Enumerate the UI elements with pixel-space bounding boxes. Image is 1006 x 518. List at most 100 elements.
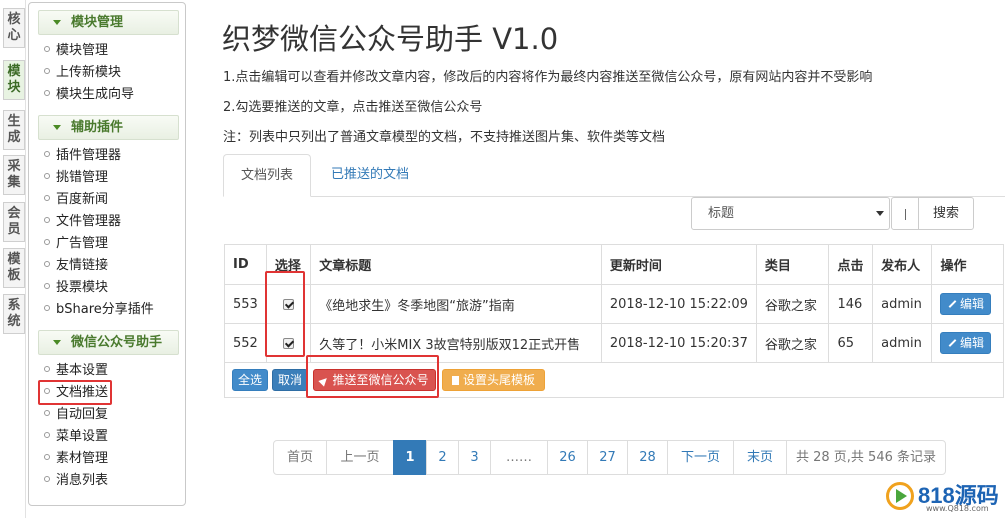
triangle-down-icon <box>53 125 61 130</box>
intro-note: 注：列表中只列出了普通文章模型的文档，不支持推送图片集、软件类等文档 <box>223 130 666 145</box>
cell-clicks: 146 <box>828 284 874 324</box>
page-2[interactable]: 2 <box>426 440 459 475</box>
vtab-core[interactable]: 核心 <box>3 8 25 48</box>
section-header-plugins[interactable]: 辅助插件 <box>38 115 179 140</box>
sidebar-item-label: 模块生成向导 <box>56 87 135 102</box>
sidebar-item-label: bShare分享插件 <box>56 302 154 317</box>
cell-action: 编辑 <box>931 284 1004 324</box>
cell-id: 552 <box>224 323 267 363</box>
bullet-icon <box>44 454 50 460</box>
col-header-clicks: 点击 <box>828 244 874 285</box>
vtab-collect[interactable]: 采集 <box>3 155 25 195</box>
select-value: 标题 <box>708 206 735 221</box>
section-title: 模块管理 <box>71 15 124 30</box>
section-title: 微信公众号助手 <box>71 335 163 350</box>
cancel-button[interactable]: 取消 <box>272 369 308 391</box>
page-26[interactable]: 26 <box>547 440 588 475</box>
section-header-wechat-assistant[interactable]: 微信公众号助手 <box>38 330 179 355</box>
cell-title: 《绝地求生》冬季地图“旅游”指南 <box>310 284 602 324</box>
sidebar-item-vote-module[interactable]: 投票模块 <box>44 278 108 298</box>
edit-label: 编辑 <box>959 336 984 350</box>
col-header-action: 操作 <box>931 244 1004 285</box>
pencil-icon <box>948 300 957 308</box>
bullet-icon <box>44 90 50 96</box>
page-next[interactable]: 下一页 <box>667 440 734 475</box>
highlight-box-document-push <box>38 380 112 405</box>
sidebar: 模块管理 模块管理 上传新模块 模块生成向导 辅助插件 插件管理器 挑错管理 百… <box>28 2 186 506</box>
vtab-label: 采集 <box>7 159 21 190</box>
search-input[interactable] <box>891 197 919 230</box>
sidebar-item-label: 模块管理 <box>56 43 109 58</box>
cell-time: 2018-12-10 15:20:37 <box>600 323 757 363</box>
vtab-member[interactable]: 会员 <box>3 202 25 242</box>
page-prev[interactable]: 上一页 <box>326 440 394 475</box>
sidebar-item-error-management[interactable]: 挑错管理 <box>44 168 108 188</box>
set-header-footer-template-button[interactable]: 设置头尾模板 <box>442 369 545 391</box>
sidebar-item-label: 挑错管理 <box>56 170 109 185</box>
col-header-author: 发布人 <box>872 244 933 285</box>
section-header-module-management[interactable]: 模块管理 <box>38 10 179 35</box>
bullet-icon <box>44 68 50 74</box>
sidebar-item-menu-settings[interactable]: 菜单设置 <box>44 427 108 447</box>
page-27[interactable]: 27 <box>587 440 628 475</box>
sidebar-item-module-management[interactable]: 模块管理 <box>44 41 108 61</box>
watermark-logo: 818源码 www.Q818.com <box>884 478 1002 516</box>
page-3[interactable]: 3 <box>458 440 491 475</box>
triangle-down-icon <box>53 20 61 25</box>
col-header-category: 类目 <box>755 244 830 285</box>
sidebar-item-label: 百度新闻 <box>56 192 109 207</box>
sidebar-item-label: 基本设置 <box>56 363 109 378</box>
cell-clicks: 65 <box>828 323 874 363</box>
cell-category: 谷歌之家 <box>755 284 830 324</box>
tab-document-list[interactable]: 文档列表 <box>223 154 311 197</box>
edit-button[interactable]: 编辑 <box>940 293 992 315</box>
cell-author: admin <box>872 323 933 363</box>
page-first[interactable]: 首页 <box>273 440 327 475</box>
triangle-down-icon <box>53 340 61 345</box>
pagination: 首页 上一页 1 2 3 …… 26 27 28 下一页 末页 共 28 页,共… <box>273 440 946 475</box>
sidebar-item-label: 文件管理器 <box>56 214 122 229</box>
sidebar-item-bshare-plugin[interactable]: bShare分享插件 <box>44 300 154 320</box>
tab-pushed-documents[interactable]: 已推送的文档 <box>320 154 420 197</box>
sidebar-item-plugin-manager[interactable]: 插件管理器 <box>44 146 121 166</box>
sidebar-item-label: 上传新模块 <box>56 65 122 80</box>
sidebar-item-ad-management[interactable]: 广告管理 <box>44 234 108 254</box>
sidebar-item-friend-links[interactable]: 友情链接 <box>44 256 108 276</box>
page-1[interactable]: 1 <box>393 440 427 475</box>
sidebar-item-upload-module[interactable]: 上传新模块 <box>44 63 121 83</box>
table-row: 553 《绝地求生》冬季地图“旅游”指南 2018-12-10 15:22:09… <box>224 284 1004 324</box>
col-header-updated: 更新时间 <box>600 244 757 285</box>
vtab-system[interactable]: 系统 <box>3 294 25 334</box>
sidebar-item-message-list[interactable]: 消息列表 <box>44 471 108 491</box>
sidebar-item-auto-reply[interactable]: 自动回复 <box>44 405 108 425</box>
sidebar-item-label: 自动回复 <box>56 407 109 422</box>
sidebar-item-material-management[interactable]: 素材管理 <box>44 449 108 469</box>
vtab-generate[interactable]: 生成 <box>3 110 25 150</box>
sidebar-item-label: 友情链接 <box>56 258 109 273</box>
edit-button[interactable]: 编辑 <box>940 332 992 354</box>
highlight-box-push-button <box>306 355 439 398</box>
page-28[interactable]: 28 <box>627 440 668 475</box>
sidebar-item-file-manager[interactable]: 文件管理器 <box>44 212 121 232</box>
sidebar-item-baidu-news[interactable]: 百度新闻 <box>44 190 108 210</box>
sidebar-item-basic-settings[interactable]: 基本设置 <box>44 361 108 381</box>
tail-label: 设置头尾模板 <box>462 373 535 387</box>
document-table: ID 选择 文章标题 更新时间 类目 点击 发布人 操作 553 《绝地求生》冬… <box>224 244 1004 363</box>
bullet-icon <box>44 217 50 223</box>
sidebar-item-label: 菜单设置 <box>56 429 109 444</box>
cell-action: 编辑 <box>931 323 1004 363</box>
vtab-label: 生成 <box>7 114 21 145</box>
vertical-tab-bar: 核心 模块 生成 采集 会员 模板 系统 <box>0 0 26 518</box>
select-all-button[interactable]: 全选 <box>232 369 268 391</box>
vtab-label: 会员 <box>7 206 21 237</box>
vtab-module[interactable]: 模块 <box>3 60 25 100</box>
search-field-select[interactable]: 标题 <box>691 197 890 230</box>
vtab-label: 系统 <box>7 298 21 329</box>
intro-line-2: 2.勾选要推送的文章，点击推送至微信公众号 <box>223 100 483 115</box>
search-button[interactable]: 搜索 <box>918 197 974 230</box>
sidebar-item-module-wizard[interactable]: 模块生成向导 <box>44 85 134 105</box>
cell-author: admin <box>872 284 933 324</box>
page-last[interactable]: 末页 <box>733 440 787 475</box>
pencil-icon <box>948 339 957 347</box>
vtab-template[interactable]: 模板 <box>3 248 25 288</box>
